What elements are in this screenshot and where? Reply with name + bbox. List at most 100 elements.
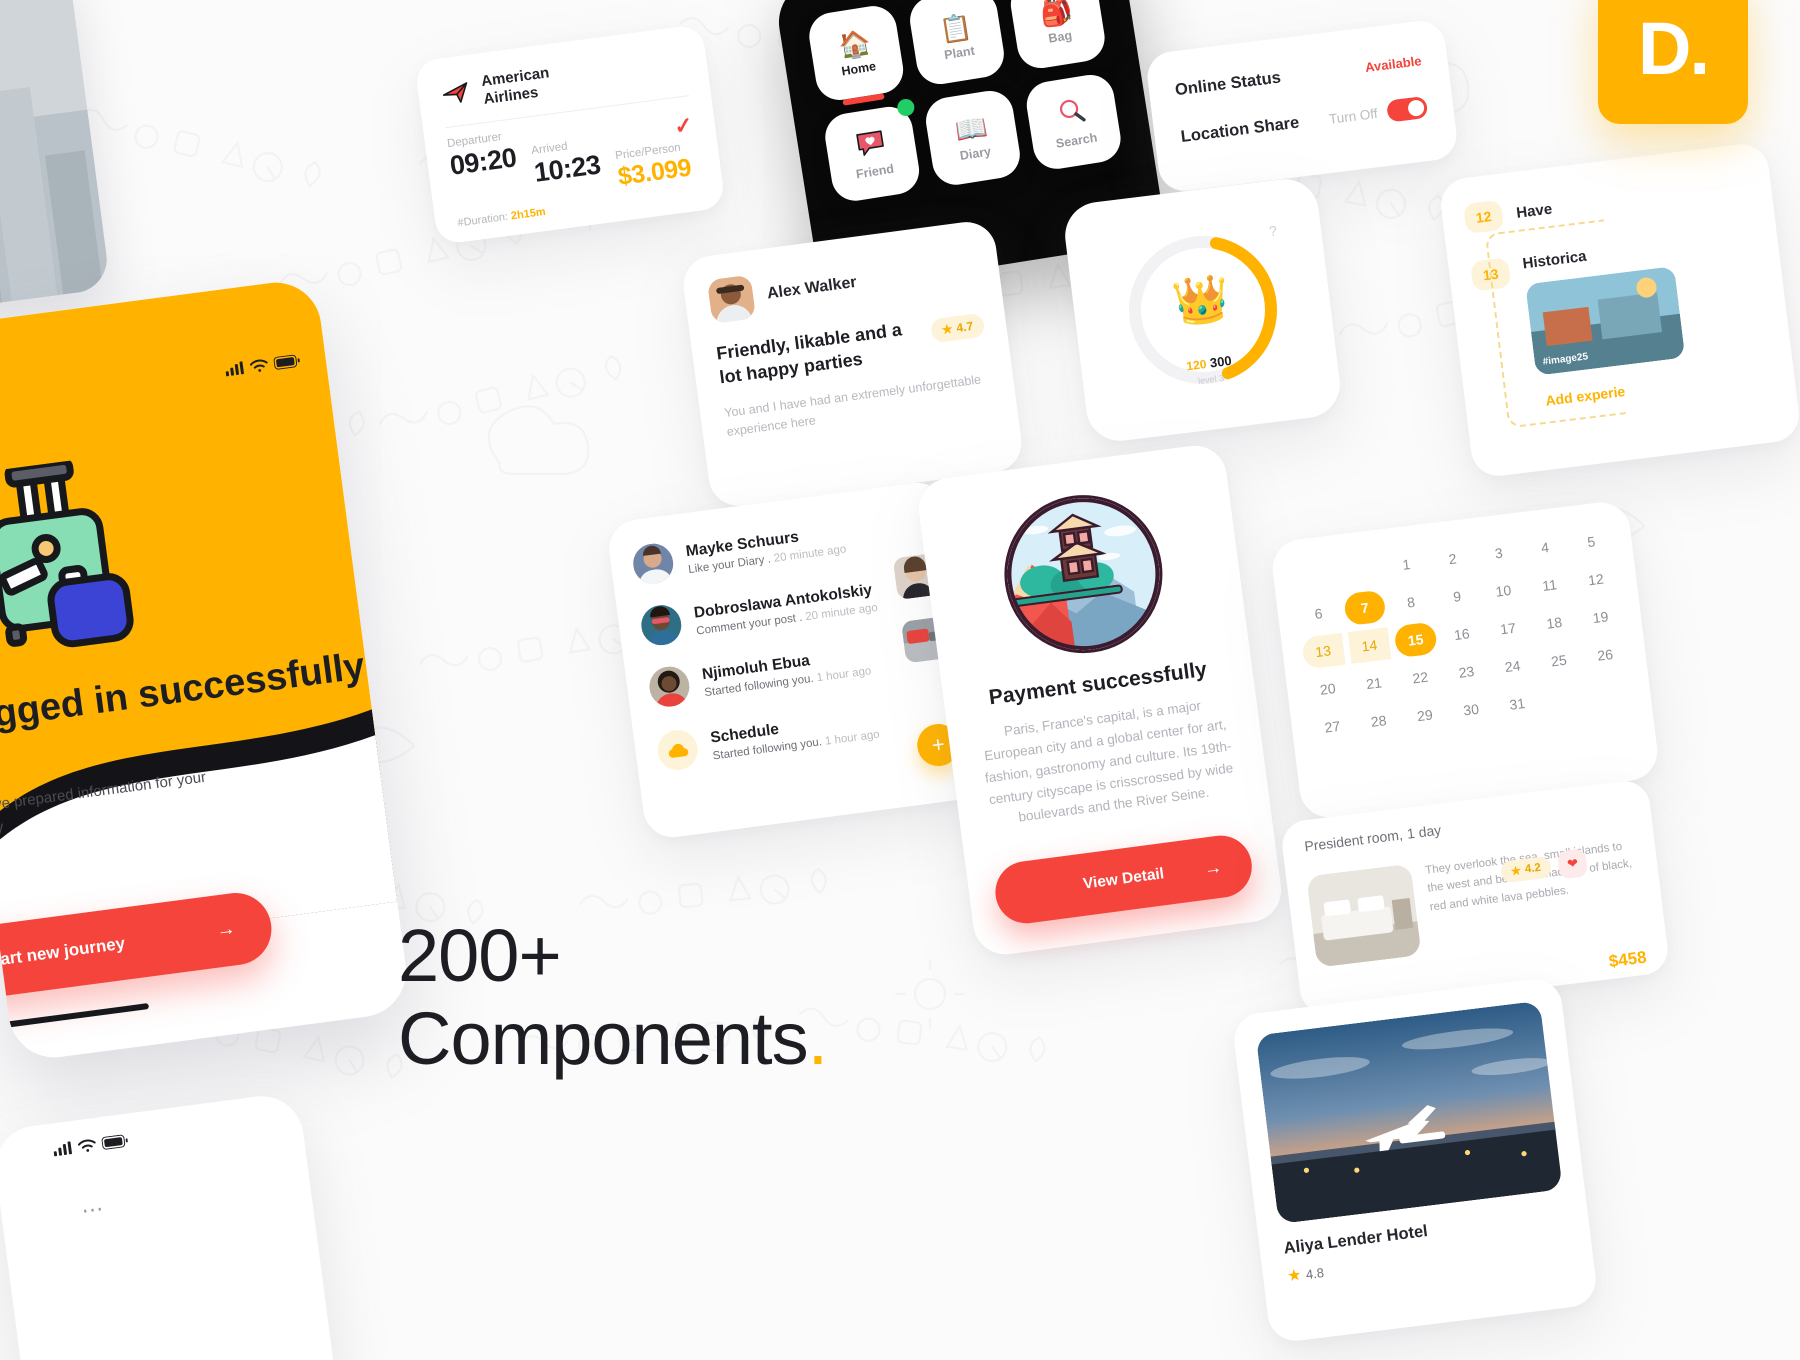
calendar-day[interactable]: 11 [1528, 567, 1572, 604]
wifi-icon [77, 1139, 96, 1152]
avatar [646, 664, 692, 710]
magnifier-icon [1056, 95, 1089, 131]
calendar-day[interactable]: 3 [1477, 535, 1521, 572]
app-tile-label: Home [840, 58, 877, 79]
calendar-day[interactable]: 26 [1583, 637, 1627, 674]
heart-chat-icon [854, 127, 888, 161]
calendar-day[interactable]: 25 [1537, 642, 1581, 679]
calendar-day[interactable]: 10 [1481, 572, 1525, 609]
calendar-day[interactable] [1588, 674, 1632, 711]
calendar-day[interactable]: 29 [1403, 697, 1447, 734]
signal-icon [225, 361, 244, 377]
location-share-value: Turn Off [1328, 105, 1379, 127]
app-tile-search[interactable]: Search [1023, 71, 1125, 173]
calendar-day[interactable]: 19 [1578, 599, 1622, 636]
online-status-label: Online Status [1174, 68, 1282, 100]
status-bar-icons-2 [53, 1134, 129, 1157]
avatar [706, 274, 757, 324]
app-tile-label: Bag [1047, 27, 1073, 46]
calendar-day[interactable]: 8 [1389, 584, 1433, 621]
check-icon: ✓ [672, 112, 695, 140]
airline-name: American Airlines [480, 64, 551, 108]
arrow-right-icon: → [215, 918, 237, 942]
calendar-day[interactable]: 18 [1532, 604, 1576, 641]
notification-dot [896, 97, 916, 118]
battery-icon [101, 1134, 128, 1150]
star-icon: ★ [940, 321, 954, 337]
experience-timeline-card: 12 Have 13 Historica #image25 Add experi… [1437, 141, 1800, 479]
timeline-row[interactable]: 12 Have [1441, 167, 1772, 237]
calendar-day[interactable]: 22 [1398, 659, 1442, 696]
headline-dot: . [807, 996, 829, 1080]
calendar-day[interactable]: 20 [1306, 671, 1350, 708]
calendar-day[interactable]: 12 [1574, 561, 1618, 598]
rating-badge: ★ 4.7 [929, 312, 986, 344]
airport-runway-photo [1255, 1000, 1563, 1225]
level-progress-card: ? 👑 120 300 level 3 [1061, 175, 1344, 445]
points-current: 120 [1185, 356, 1208, 373]
calendar-grid: 1 2 3 4 5 6 7 8 9 10 11 12 13 14 15 16 1… [1269, 499, 1654, 769]
brand-logo-text: D. [1638, 7, 1710, 90]
calendar-day[interactable]: 17 [1486, 610, 1530, 647]
airplane-icon [439, 75, 473, 114]
app-tile-friend[interactable]: Friend [821, 97, 923, 205]
calendar-day[interactable]: 28 [1357, 703, 1401, 740]
star-icon: ★ [1286, 1266, 1303, 1286]
calendar-day[interactable] [1541, 680, 1585, 717]
pagoda-mountain-icon [994, 485, 1173, 663]
calendar-day[interactable]: 5 [1569, 523, 1613, 560]
timeline-title: Have [1515, 200, 1554, 222]
home-indicator [0, 1003, 150, 1032]
calendar-day-range[interactable]: 14 [1347, 627, 1392, 664]
calendar-card: 1 2 3 4 5 6 7 8 9 10 11 12 13 14 15 16 1… [1269, 499, 1661, 821]
app-tile-label: Search [1054, 129, 1099, 151]
user-review-card: Alex Walker Friendly, likable and a lot … [679, 218, 1026, 510]
calendar-day[interactable]: 2 [1430, 540, 1474, 577]
calendar-day-selected[interactable]: 15 [1393, 621, 1438, 659]
calendar-day[interactable]: 24 [1491, 648, 1535, 685]
app-tile-plant[interactable]: 📋 Plant [906, 0, 1008, 88]
calendar-day-range[interactable]: 13 [1301, 632, 1346, 670]
page-title: 200+ Components. [398, 914, 829, 1081]
location-share-toggle[interactable] [1385, 95, 1429, 123]
app-tile-bag[interactable]: 🎒 Bag [1007, 0, 1109, 72]
calendar-day[interactable]: 27 [1310, 708, 1354, 745]
luggage-icon [0, 450, 175, 662]
app-tile-label: Diary [958, 143, 992, 163]
calendar-day[interactable]: 16 [1440, 616, 1484, 653]
avatar [630, 541, 676, 587]
calendar-day[interactable]: 9 [1435, 578, 1479, 615]
calendar-day[interactable]: 30 [1449, 691, 1493, 728]
hotel-photo-card: Aliya Lender Hotel ★ 4.8 [1231, 976, 1599, 1344]
points-total: 300 [1209, 352, 1233, 371]
heart-icon[interactable]: ❤ [1557, 848, 1589, 880]
clipboard-icon: 📋 [937, 10, 974, 46]
calendar-day[interactable]: 31 [1495, 686, 1539, 723]
calendar-day[interactable]: 21 [1352, 665, 1396, 702]
calendar-day-selected[interactable]: 7 [1342, 589, 1387, 627]
room-rating-value: 4.2 [1524, 861, 1542, 876]
arrow-right-icon: → [1202, 856, 1224, 879]
calendar-day[interactable] [1292, 557, 1336, 594]
app-tile-label: Friend [854, 161, 895, 181]
headline-line-1: 200+ [398, 914, 562, 997]
flight-info-card[interactable]: American Airlines Departurer 09:20 Arriv… [414, 23, 726, 246]
rating-value: 4.7 [955, 318, 974, 336]
app-tile-home[interactable]: 🏠 Home [805, 2, 907, 104]
location-share-label: Location Share [1179, 113, 1301, 146]
calendar-day[interactable]: 4 [1523, 529, 1567, 566]
calendar-day[interactable]: 6 [1296, 595, 1340, 632]
ellipsis-icon[interactable]: ⋯ [80, 1195, 108, 1224]
cloud-icon [655, 727, 701, 773]
book-icon: 📖 [953, 111, 990, 146]
calendar-day[interactable] [1338, 552, 1382, 589]
payment-success-card: Payment successfully Paris, France's cap… [914, 441, 1286, 959]
calendar-day[interactable]: 1 [1384, 546, 1428, 583]
app-tile-diary[interactable]: 📖 Diary [922, 87, 1024, 189]
online-status-value: Available [1364, 53, 1423, 75]
calendar-day[interactable]: 23 [1444, 654, 1488, 691]
avatar [638, 602, 684, 648]
star-icon: ★ [1510, 865, 1522, 879]
app-tile-label: Plant [943, 43, 976, 62]
view-detail-button[interactable]: View Detail → [991, 831, 1256, 928]
